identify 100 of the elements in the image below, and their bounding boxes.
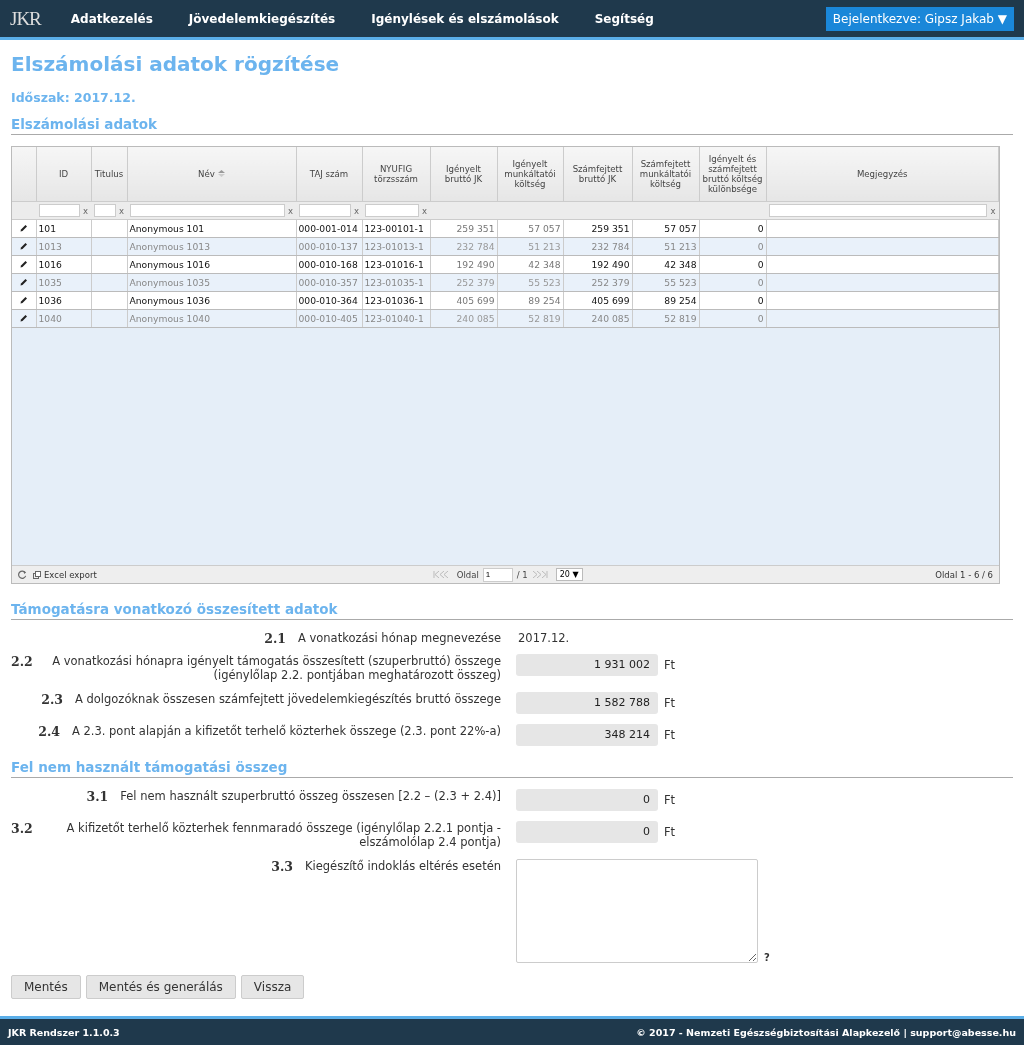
column-header[interactable]: Számfejtett bruttó JK	[563, 147, 632, 202]
column-header[interactable]: Igényelt bruttó JK	[430, 147, 497, 202]
table-cell: 192 490	[456, 259, 495, 270]
page-title: Elszámolási adatok rögzítése	[11, 52, 341, 76]
table-cell: 240 085	[456, 313, 495, 324]
clear-filter-button[interactable]: x	[118, 205, 124, 216]
column-header[interactable]: Titulus	[91, 147, 127, 202]
table-cell: Anonymous 1016	[129, 259, 210, 270]
filter-field[interactable]	[39, 204, 80, 217]
table-cell: 123-01016-1	[364, 259, 424, 270]
column-header[interactable]: NYUFIG törzsszám	[362, 147, 430, 202]
table-cell: 89 254	[664, 295, 697, 306]
justification-text-area[interactable]	[516, 859, 758, 963]
table-cell: 101	[38, 223, 57, 234]
clear-filter-button[interactable]: x	[287, 205, 293, 216]
page-label: Oldal	[456, 569, 479, 580]
column-header[interactable]: TAJ szám	[296, 147, 362, 202]
pencil-icon[interactable]	[19, 260, 28, 268]
table-cell: 0	[757, 259, 764, 270]
help-mark[interactable]: ?	[764, 952, 770, 963]
table-cell: 123-01035-1	[364, 277, 424, 288]
filter-field[interactable]	[365, 204, 419, 217]
pagination-summary: Oldal 1 - 6 / 6	[935, 569, 993, 580]
nav-menu-item[interactable]: Igénylések és elszámolások	[371, 11, 559, 26]
table-cell: 52 819	[664, 313, 697, 324]
table-cell: 55 523	[528, 277, 561, 288]
table-cell: 42 348	[528, 259, 561, 270]
item-number: 3.3	[271, 859, 293, 874]
table-cell: 259 351	[591, 223, 630, 234]
pencil-icon[interactable]	[19, 242, 28, 250]
table-cell: 252 379	[591, 277, 630, 288]
table-cell: Anonymous 1013	[129, 241, 210, 252]
filter-field[interactable]	[130, 204, 285, 217]
table-cell: 0	[757, 277, 764, 288]
column-header[interactable]: Igényelt munkáltatói költség	[497, 147, 563, 202]
page-total: / 1	[516, 569, 528, 580]
month-value: 2017.12.	[517, 631, 570, 645]
table-cell: 405 699	[591, 295, 630, 306]
page-size-dropdown[interactable]: 20 ▼	[555, 568, 583, 581]
table-cell: 51 213	[528, 241, 561, 252]
pencil-icon[interactable]	[19, 278, 28, 286]
action-button[interactable]: Mentés	[11, 975, 81, 999]
action-button[interactable]: Vissza	[240, 975, 305, 999]
field-label: Fel nem használt szuperbruttó összeg összesen [2.2 – (2.3 + 2.4)]	[120, 789, 501, 803]
field-label: A vonatkozási hónap megnevezése	[297, 631, 501, 645]
app-logo[interactable]: JKR	[10, 7, 41, 30]
section-heading: Elszámolási adatok	[11, 113, 1013, 135]
currency-label: Ft	[664, 824, 676, 841]
table-cell: 0	[757, 295, 764, 306]
export-icon	[33, 570, 41, 579]
filter-field[interactable]	[769, 204, 988, 217]
table-cell: 123-00101-1	[364, 223, 424, 234]
table-cell: 405 699	[456, 295, 495, 306]
column-header[interactable]: Név	[127, 147, 296, 202]
table-cell: 1035	[38, 277, 62, 288]
table-cell: 000-010-357	[298, 277, 358, 288]
item-number: 3.2	[11, 821, 33, 836]
table-cell: 0	[757, 223, 764, 234]
nav-menu-item[interactable]: Segítség	[594, 11, 654, 26]
item-number: 2.4	[38, 724, 60, 739]
clear-filter-button[interactable]: x	[421, 205, 427, 216]
filter-field[interactable]	[299, 204, 351, 217]
amount-field: 0	[516, 821, 658, 843]
clear-filter-button[interactable]: x	[353, 205, 359, 216]
table-cell: 123-01040-1	[364, 313, 424, 324]
item-number: 3.1	[86, 789, 109, 804]
nav-menu-item[interactable]: Jövedelemkiegészítés	[188, 11, 336, 26]
table-cell: 1016	[38, 259, 62, 270]
sort-icon	[217, 170, 225, 177]
user-menu-button[interactable]: Bejelentkezve: Gipsz Jakab ▼	[825, 6, 1014, 31]
pencil-icon[interactable]	[19, 314, 28, 322]
clear-filter-button[interactable]: x	[82, 205, 88, 216]
table-cell: 000-010-405	[298, 313, 358, 324]
table-cell: Anonymous 1040	[129, 313, 210, 324]
table-cell: Anonymous 101	[129, 223, 205, 234]
refresh-icon[interactable]	[18, 570, 27, 579]
column-header[interactable]: ID	[36, 147, 91, 202]
field-label: Kiegészítő indoklás eltérés esetén	[304, 859, 501, 873]
table-cell: 89 254	[528, 295, 561, 306]
clear-filter-button[interactable]: x	[990, 205, 996, 216]
page-number-field[interactable]: 1	[482, 567, 513, 582]
table-cell: 51 213	[664, 241, 697, 252]
nav-menu-item[interactable]: Adatkezelés	[70, 11, 153, 26]
filter-field[interactable]	[94, 204, 116, 217]
table-cell: 000-010-137	[298, 241, 358, 252]
pencil-icon[interactable]	[19, 296, 28, 304]
table-cell: 55 523	[664, 277, 697, 288]
amount-field: 1 931 002	[516, 654, 658, 676]
table-cell: 57 057	[664, 223, 697, 234]
action-button[interactable]: Mentés és generálás	[85, 975, 236, 999]
item-number: 2.1	[264, 631, 286, 646]
table-cell: 1036	[38, 295, 62, 306]
table-cell: 232 784	[456, 241, 495, 252]
field-label: A dolgozóknak összesen számfejtett jövedelemkiegészítés bruttó összege	[74, 692, 501, 706]
excel-export-link[interactable]: Excel export	[33, 569, 97, 580]
table-cell: 232 784	[591, 241, 630, 252]
column-header[interactable]: Igényelt és számfejtett bruttó költség különbsége	[699, 147, 766, 202]
column-header[interactable]: Számfejtett munkáltatói költség	[632, 147, 699, 202]
pencil-icon[interactable]	[19, 224, 28, 232]
column-header[interactable]: Megjegyzés	[766, 147, 999, 202]
